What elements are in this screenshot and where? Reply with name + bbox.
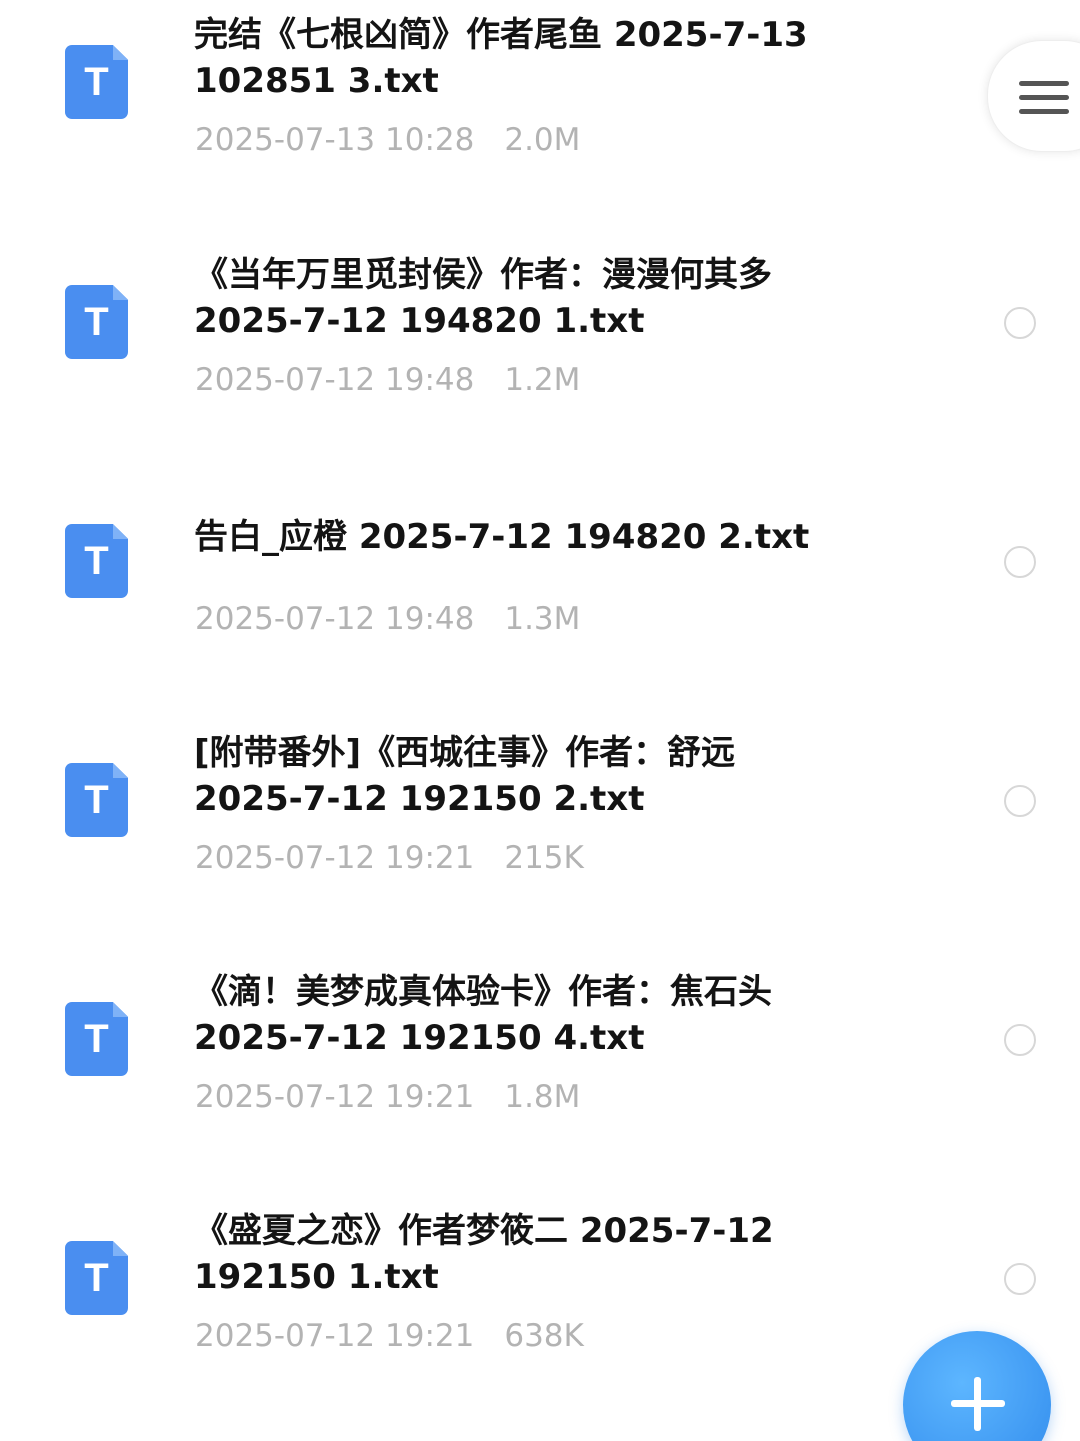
file-date: 2025-07-12 19:48	[195, 601, 475, 637]
txt-file-icon: T	[65, 1002, 128, 1076]
file-name: 《盛夏之恋》作者梦筱二 2025-7-12 192150 1.txt	[194, 1211, 774, 1297]
select-radio-icon[interactable]	[1004, 1024, 1036, 1056]
select-radio-icon[interactable]	[1004, 1263, 1036, 1295]
file-size: 638K	[504, 1318, 584, 1354]
file-size: 1.2M	[504, 362, 581, 398]
file-size: 2.0M	[504, 122, 581, 158]
file-meta: 2025-07-12 19:21 638K	[195, 1318, 584, 1354]
file-name: 《当年万里觅封侯》作者：漫漫何其多 2025-7-12 194820 1.txt	[194, 255, 772, 341]
file-name: [附带番外]《西城往事》作者：舒远 2025-7-12 192150 2.txt	[194, 733, 736, 819]
file-name: 《滴！美梦成真体验卡》作者：焦石头 2025-7-12 192150 4.txt	[194, 972, 772, 1058]
file-size: 1.3M	[504, 601, 581, 637]
file-meta: 2025-07-12 19:48 1.3M	[195, 601, 580, 637]
txt-file-icon: T	[65, 524, 128, 598]
file-name: 告白_应橙 2025-7-12 194820 2.txt	[194, 517, 810, 557]
select-radio-icon[interactable]	[1004, 785, 1036, 817]
select-radio-icon[interactable]	[1004, 546, 1036, 578]
txt-file-icon: T	[65, 763, 128, 837]
file-meta: 2025-07-12 19:48 1.2M	[195, 362, 580, 398]
file-name: 完结《七根凶简》作者尾鱼 2025-7-13 102851 3.txt	[194, 15, 808, 101]
file-row[interactable]: T 告白_应橙 2025-7-12 194820 2.txt 2025-07-1…	[0, 479, 1080, 679]
file-date: 2025-07-12 19:21	[195, 1318, 475, 1354]
file-size: 215K	[504, 840, 584, 876]
file-row[interactable]: T 《当年万里觅封侯》作者：漫漫何其多 2025-7-12 194820 1.t…	[0, 240, 1080, 440]
file-meta: 2025-07-12 19:21 1.8M	[195, 1079, 580, 1115]
file-date: 2025-07-12 19:48	[195, 362, 475, 398]
file-size: 1.8M	[504, 1079, 581, 1115]
file-row[interactable]: T 《滴！美梦成真体验卡》作者：焦石头 2025-7-12 192150 4.t…	[0, 957, 1080, 1157]
file-date: 2025-07-12 19:21	[195, 1079, 475, 1115]
file-meta: 2025-07-12 19:21 215K	[195, 840, 584, 876]
select-radio-icon[interactable]	[1004, 307, 1036, 339]
file-row[interactable]: T 完结《七根凶简》作者尾鱼 2025-7-13 102851 3.txt 20…	[0, 0, 1080, 200]
file-date: 2025-07-12 19:21	[195, 840, 475, 876]
txt-file-icon: T	[65, 285, 128, 359]
file-meta: 2025-07-13 10:28 2.0M	[195, 122, 580, 158]
file-row[interactable]: T [附带番外]《西城往事》作者：舒远 2025-7-12 192150 2.t…	[0, 718, 1080, 918]
file-date: 2025-07-13 10:28	[195, 122, 475, 158]
txt-file-icon: T	[65, 1241, 128, 1315]
txt-file-icon: T	[65, 45, 128, 119]
file-browser-screen: T 完结《七根凶简》作者尾鱼 2025-7-13 102851 3.txt 20…	[0, 0, 1080, 1441]
